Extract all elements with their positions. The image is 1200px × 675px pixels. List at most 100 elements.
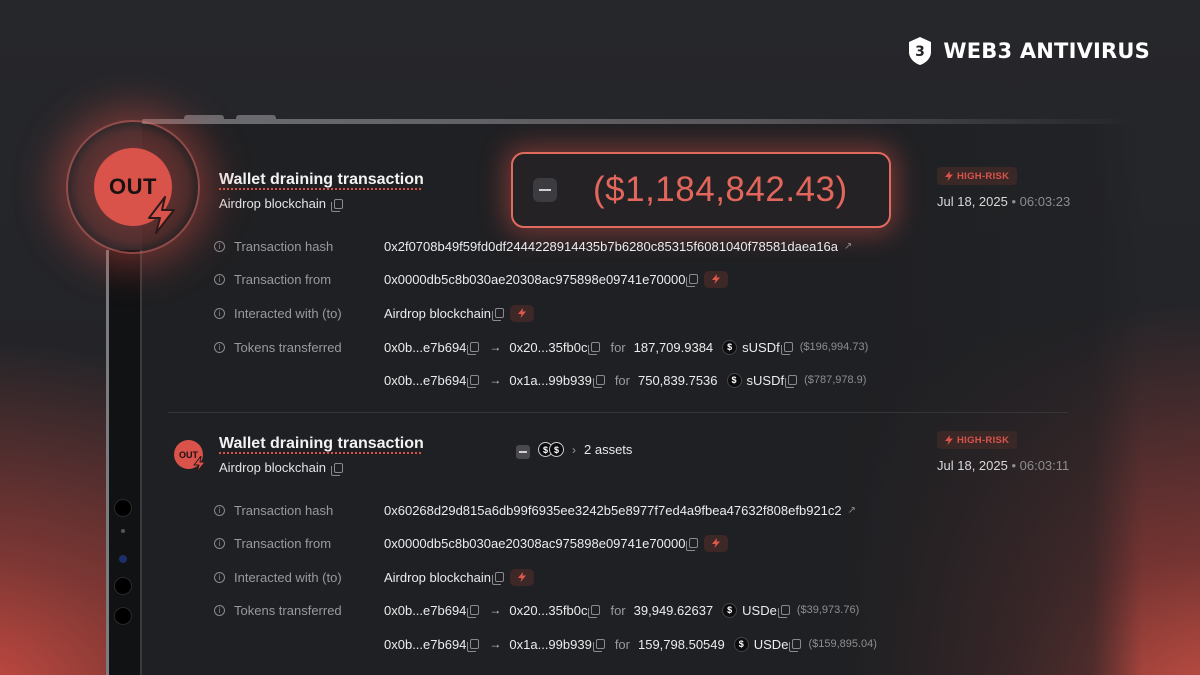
drainer-bolt-icon bbox=[509, 568, 534, 586]
row-label: Tokens transferred bbox=[234, 602, 342, 618]
copy-icon[interactable] bbox=[592, 639, 605, 652]
token-symbol: USDe bbox=[753, 636, 789, 652]
info-icon[interactable]: i bbox=[214, 604, 225, 616]
row-tokens-transferred: i Tokens transferred 0x0b...e7b694 → 0x20… bbox=[214, 336, 868, 358]
info-icon[interactable]: i bbox=[214, 504, 225, 516]
info-icon[interactable]: i bbox=[214, 307, 225, 319]
row-label: Interacted with (to) bbox=[234, 569, 342, 585]
copy-icon[interactable] bbox=[780, 342, 793, 355]
transfer-to[interactable]: 0x1a...99b939 bbox=[509, 373, 591, 388]
info-icon[interactable]: i bbox=[214, 341, 225, 353]
assets-summary[interactable]: $ $ › 2 assets bbox=[538, 442, 632, 457]
web3-antivirus-logo-icon: 3 bbox=[909, 37, 932, 65]
token-symbol: sUSDf bbox=[746, 372, 785, 388]
transfer-from[interactable]: 0x0b...e7b694 bbox=[384, 637, 466, 652]
risk-label: HIGH-RISK bbox=[957, 170, 1010, 182]
assets-count: 2 assets bbox=[584, 442, 633, 457]
minus-icon[interactable] bbox=[516, 445, 530, 459]
dollar-slash-icon: $ bbox=[726, 372, 742, 388]
copy-icon[interactable] bbox=[785, 375, 798, 388]
copy-icon[interactable] bbox=[330, 198, 343, 212]
copy-icon[interactable] bbox=[467, 342, 480, 355]
transfer-from[interactable]: 0x0b...e7b694 bbox=[384, 340, 466, 355]
device-camera bbox=[119, 555, 127, 563]
brand: 3 WEB3 ANTIVIRUS bbox=[907, 36, 1150, 66]
transaction-hash-link[interactable]: 0x2f0708b49f59fd0df2444228914435b7b6280c… bbox=[384, 239, 838, 254]
copy-icon[interactable] bbox=[686, 538, 699, 551]
transfer-from[interactable]: 0x0b...e7b694 bbox=[384, 603, 466, 618]
info-icon[interactable]: i bbox=[214, 240, 225, 252]
token-symbol: USDe bbox=[742, 602, 777, 618]
to-address[interactable]: Airdrop blockchain bbox=[384, 306, 491, 321]
from-address[interactable]: 0x0000db5c8b030ae20308ac975898e09741e700… bbox=[384, 272, 685, 287]
for-label: for bbox=[614, 372, 630, 388]
transfer-to[interactable]: 0x1a...99b939 bbox=[509, 637, 591, 652]
minus-icon[interactable] bbox=[533, 178, 557, 202]
transfer-to[interactable]: 0x20...35fb0c bbox=[509, 603, 587, 618]
time-value: 06:03:11 bbox=[1019, 458, 1070, 473]
arrow-right-icon: → bbox=[489, 340, 502, 354]
info-icon[interactable]: i bbox=[214, 273, 225, 285]
copy-icon[interactable] bbox=[467, 605, 480, 618]
copy-icon[interactable] bbox=[789, 639, 802, 652]
external-link-icon[interactable]: ↗ bbox=[848, 505, 856, 516]
transaction-chain: Airdrop blockchain bbox=[219, 196, 343, 212]
transaction-chain: Airdrop blockchain bbox=[219, 460, 343, 476]
dollar-coin-icon: $ bbox=[733, 636, 749, 652]
copy-icon[interactable] bbox=[686, 274, 699, 287]
bolt-icon bbox=[945, 435, 953, 445]
transfer-amount: 750,839.7536 bbox=[637, 372, 718, 388]
to-address[interactable]: Airdrop blockchain bbox=[384, 570, 491, 585]
device-sensor bbox=[114, 577, 132, 595]
brand-name: WEB3 ANTIVIRUS bbox=[943, 39, 1150, 63]
transaction-title[interactable]: Wallet draining transaction bbox=[219, 171, 424, 189]
copy-icon[interactable] bbox=[467, 375, 480, 388]
copy-icon[interactable] bbox=[588, 605, 601, 618]
transaction-title[interactable]: Wallet draining transaction bbox=[219, 435, 424, 453]
amount-box: ($1,184,842.43) bbox=[511, 152, 891, 228]
date-value: Jul 18, 2025 bbox=[937, 458, 1008, 473]
arrow-right-icon: → bbox=[489, 603, 502, 617]
bolt-icon bbox=[148, 196, 175, 234]
copy-icon[interactable] bbox=[330, 462, 343, 476]
transaction-hash-link[interactable]: 0x60268d29d815a6db99f6935ee3242b5e8977f7… bbox=[384, 503, 842, 518]
copy-icon[interactable] bbox=[491, 308, 504, 321]
transfer-usd: ($159,895.04) bbox=[808, 638, 877, 650]
row-interacted-with: i Interacted with (to) Airdrop blockchain bbox=[214, 302, 534, 324]
external-link-icon[interactable]: ↗ bbox=[844, 241, 852, 252]
info-icon[interactable]: i bbox=[214, 571, 225, 583]
info-icon[interactable]: i bbox=[214, 537, 225, 549]
chain-name: Airdrop blockchain bbox=[219, 196, 326, 211]
risk-badge: HIGH-RISK bbox=[937, 167, 1018, 185]
transaction-card[interactable]: Wallet draining transaction Airdrop bloc… bbox=[142, 412, 1142, 675]
dollar-coin-icon: $ bbox=[722, 602, 738, 618]
copy-icon[interactable] bbox=[491, 572, 504, 585]
device-sensor bbox=[121, 529, 125, 533]
transfer-usd: ($196,994.73) bbox=[799, 341, 869, 353]
transfer-from[interactable]: 0x0b...e7b694 bbox=[384, 373, 466, 388]
row-interacted-with: i Interacted with (to) Airdrop blockchain bbox=[214, 566, 534, 588]
transfer-usd: ($39,973.76) bbox=[796, 604, 860, 616]
row-label: Transaction from bbox=[234, 271, 332, 287]
transfer-item: 0x0b...e7b694 → 0x20...35fb0c for 187,70… bbox=[384, 339, 869, 355]
copy-icon[interactable] bbox=[777, 605, 790, 618]
transaction-card[interactable]: Wallet draining transaction Airdrop bloc… bbox=[142, 124, 1142, 412]
row-label: Tokens transferred bbox=[234, 339, 342, 355]
row-tokens-transferred: i Tokens transferred 0x0b...e7b694 → 0x20… bbox=[214, 599, 859, 621]
row-label: Transaction from bbox=[234, 535, 332, 551]
from-address[interactable]: 0x0000db5c8b030ae20308ac975898e09741e700… bbox=[384, 536, 685, 551]
row-label: Transaction hash bbox=[234, 502, 334, 518]
copy-icon[interactable] bbox=[467, 639, 480, 652]
transaction-list: Wallet draining transaction Airdrop bloc… bbox=[142, 124, 1142, 675]
transfer-to[interactable]: 0x20...35fb0c bbox=[509, 340, 587, 355]
device-sensor bbox=[114, 607, 132, 625]
for-label: for bbox=[610, 602, 626, 618]
copy-icon[interactable] bbox=[592, 375, 605, 388]
row-transaction-hash: i Transaction hash 0x60268d29d815a6db99f6… bbox=[214, 499, 856, 521]
row-label: Transaction hash bbox=[234, 238, 334, 254]
copy-icon[interactable] bbox=[588, 342, 601, 355]
transfer-item: 0x0b...e7b694 → 0x1a...99b939 for 159,79… bbox=[384, 636, 877, 652]
risk-badge: HIGH-RISK bbox=[937, 431, 1018, 449]
row-tokens-transferred-2: 0x0b...e7b694 → 0x1a...99b939 for 159,79… bbox=[214, 633, 877, 655]
for-label: for bbox=[614, 636, 630, 652]
